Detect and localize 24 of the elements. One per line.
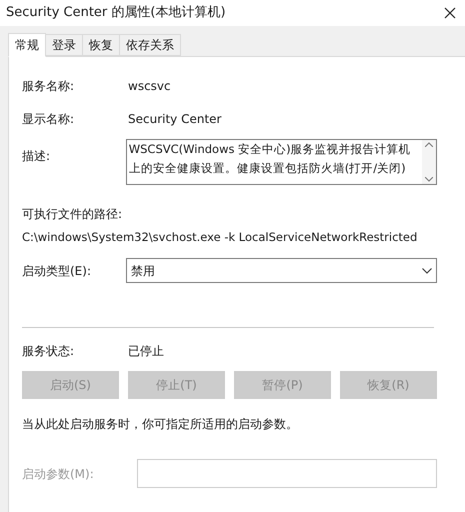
close-icon <box>444 7 456 19</box>
description-box: WSCSVC(Windows 安全中心)服务监视并报告计算机上的安全健康设置。健康设置包括防火墙(打开/关闭) <box>126 139 437 185</box>
field-label: 服务状态: <box>22 342 76 360</box>
note-text: 当从此处启动服务时，你可指定所适用的启动参数。 <box>22 416 299 434</box>
startup-type-dropdown[interactable]: 禁用 <box>126 258 437 284</box>
field-value: C:\windows\System32\svchost.exe -k LocalServiceNetworkRestricted <box>22 229 418 246</box>
field-label: 服务名称: <box>22 78 76 94</box>
window-title: Security Center 的属性(本地计算机) <box>6 4 226 22</box>
field-label: 启动参数(M): <box>22 466 95 483</box>
tab[interactable]: 依存关系 <box>120 34 181 56</box>
close-button[interactable] <box>443 6 457 20</box>
field-value: 已停止 <box>128 342 164 360</box>
field-value: Security Center <box>128 110 222 128</box>
field-label: 显示名称: <box>22 110 76 128</box>
field-label: 描述: <box>22 148 52 165</box>
caret-icon <box>422 268 432 274</box>
scroll-up-icon[interactable] <box>425 142 433 147</box>
tab[interactable]: 登录 <box>46 34 83 56</box>
field-value: wscsvc <box>128 78 171 94</box>
tab[interactable]: 恢复 <box>83 34 120 56</box>
scroll-down-icon[interactable] <box>425 177 433 182</box>
tab[interactable]: 常规 <box>8 33 46 57</box>
field-label: 启动类型(E): <box>22 262 92 280</box>
field-label: 可执行文件的路径: <box>22 206 124 223</box>
